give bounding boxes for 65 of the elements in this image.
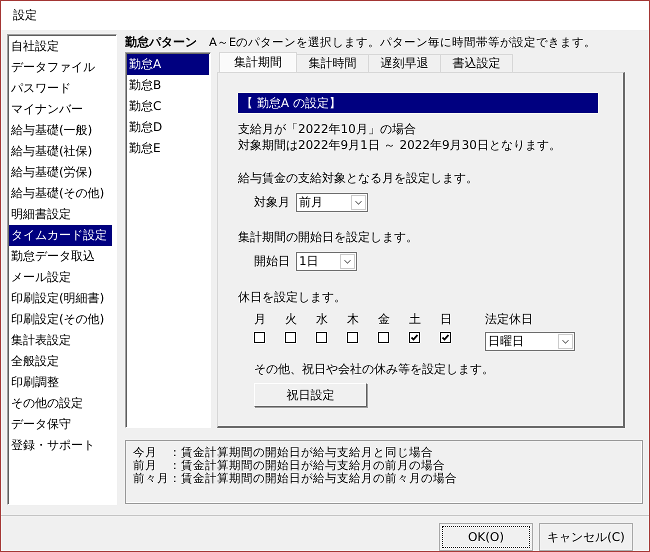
weekday-label: 水 [316, 311, 328, 328]
sidebar-item[interactable]: 集計表設定 [9, 330, 115, 351]
sidebar-item[interactable]: 全般設定 [9, 351, 115, 372]
sidebar-item[interactable]: 給与基礎(労保) [9, 162, 115, 183]
checkbox[interactable] [347, 332, 358, 343]
sidebar-item[interactable]: 自社設定 [9, 36, 115, 57]
sidebar-item[interactable]: データ保守 [9, 414, 115, 435]
pattern-item[interactable]: 勤怠E [127, 138, 209, 159]
start-day-label: 開始日 [254, 253, 290, 270]
sidebar-item[interactable]: その他の設定 [9, 393, 115, 414]
checkbox[interactable] [285, 332, 296, 343]
checkbox[interactable] [440, 332, 451, 343]
tab[interactable]: 集計期間 [219, 52, 297, 72]
legal-holiday-label: 法定休日 [485, 311, 534, 328]
sidebar-item[interactable]: 印刷調整 [9, 372, 115, 393]
holiday-settings-button[interactable]: 祝日設定 [254, 383, 367, 407]
start-day-dropdown[interactable]: 1日 [296, 252, 357, 271]
tab[interactable]: 集計時間 [296, 54, 369, 72]
tab[interactable]: 書込設定 [440, 54, 513, 72]
sidebar-item[interactable]: メール設定 [9, 267, 115, 288]
checkbox[interactable] [378, 332, 389, 343]
sidebar-item[interactable]: パスワード [9, 78, 115, 99]
checkbox[interactable] [409, 332, 420, 343]
sidebar-item[interactable]: 給与基礎(一般) [9, 120, 115, 141]
example-text: 対象期間は2022年9月1日 ～ 2022年9月30日となります。 [238, 137, 562, 153]
pattern-item[interactable]: 勤怠B [127, 75, 209, 96]
target-month-dropdown[interactable]: 前月 [296, 193, 368, 212]
note-text: 前々月：賃金計算期間の開始日が給与支給月の前々月の場合 [133, 472, 458, 485]
cancel-button[interactable]: キャンセル(C) [539, 523, 633, 551]
ok-button[interactable]: OK(O) [439, 523, 533, 551]
panel-header: 【 勤怠A の設定】 [238, 93, 598, 113]
weekday-label: 木 [347, 311, 359, 328]
pattern-item[interactable]: 勤怠A [127, 54, 209, 75]
weekday-label: 土 [409, 311, 421, 328]
sidebar-item[interactable]: データファイル [9, 57, 115, 78]
weekday-label: 火 [285, 311, 297, 328]
section-title: 勤怠パターン [125, 34, 197, 51]
holiday-note: その他、祝日や会社の休み等を設定します。 [253, 361, 495, 377]
sidebar-item[interactable]: 給与基礎(社保) [9, 141, 115, 162]
target-month-description: 給与賃金の支給対象となる月を設定します。 [238, 170, 479, 186]
weekday-label: 月 [254, 311, 266, 328]
legal-holiday-dropdown[interactable]: 日曜日 [485, 332, 575, 351]
checkbox[interactable] [254, 332, 265, 343]
holiday-description: 休日を設定します。 [238, 289, 347, 305]
sidebar-item[interactable]: 印刷設定(その他) [9, 309, 115, 330]
sidebar-item[interactable]: 給与基礎(その他) [9, 183, 115, 204]
sidebar-item[interactable]: マイナンバー [9, 99, 115, 120]
example-text: 支給月が「2022年10月」の場合 [238, 121, 417, 137]
weekday-label: 日 [440, 311, 452, 328]
window-title: 設定 [13, 7, 37, 24]
sidebar-item[interactable]: 登録・サポート [9, 435, 115, 456]
tab[interactable]: 遅刻早退 [368, 54, 441, 72]
sidebar-item[interactable]: 勤怠データ取込 [9, 246, 115, 267]
checkbox[interactable] [316, 332, 327, 343]
sidebar-item[interactable]: 印刷設定(明細書) [9, 288, 115, 309]
pattern-item[interactable]: 勤怠C [127, 96, 209, 117]
note-text: 前月 ：賃金計算期間の開始日が給与支給月の前月の場合 [133, 459, 446, 472]
target-month-label: 対象月 [254, 194, 290, 211]
start-day-description: 集計期間の開始日を設定します。 [238, 229, 419, 245]
sidebar-item[interactable]: 明細書設定 [9, 204, 115, 225]
pattern-item[interactable]: 勤怠D [127, 117, 209, 138]
section-description: A～Eのパターンを選択します。パターン毎に時間帯等が設定できます。 [209, 35, 596, 50]
note-text: 今月 ：賃金計算期間の開始日が給与支給月と同じ場合 [133, 446, 434, 459]
sidebar-item[interactable]: タイムカード設定 [9, 225, 112, 246]
weekday-label: 金 [378, 311, 390, 328]
